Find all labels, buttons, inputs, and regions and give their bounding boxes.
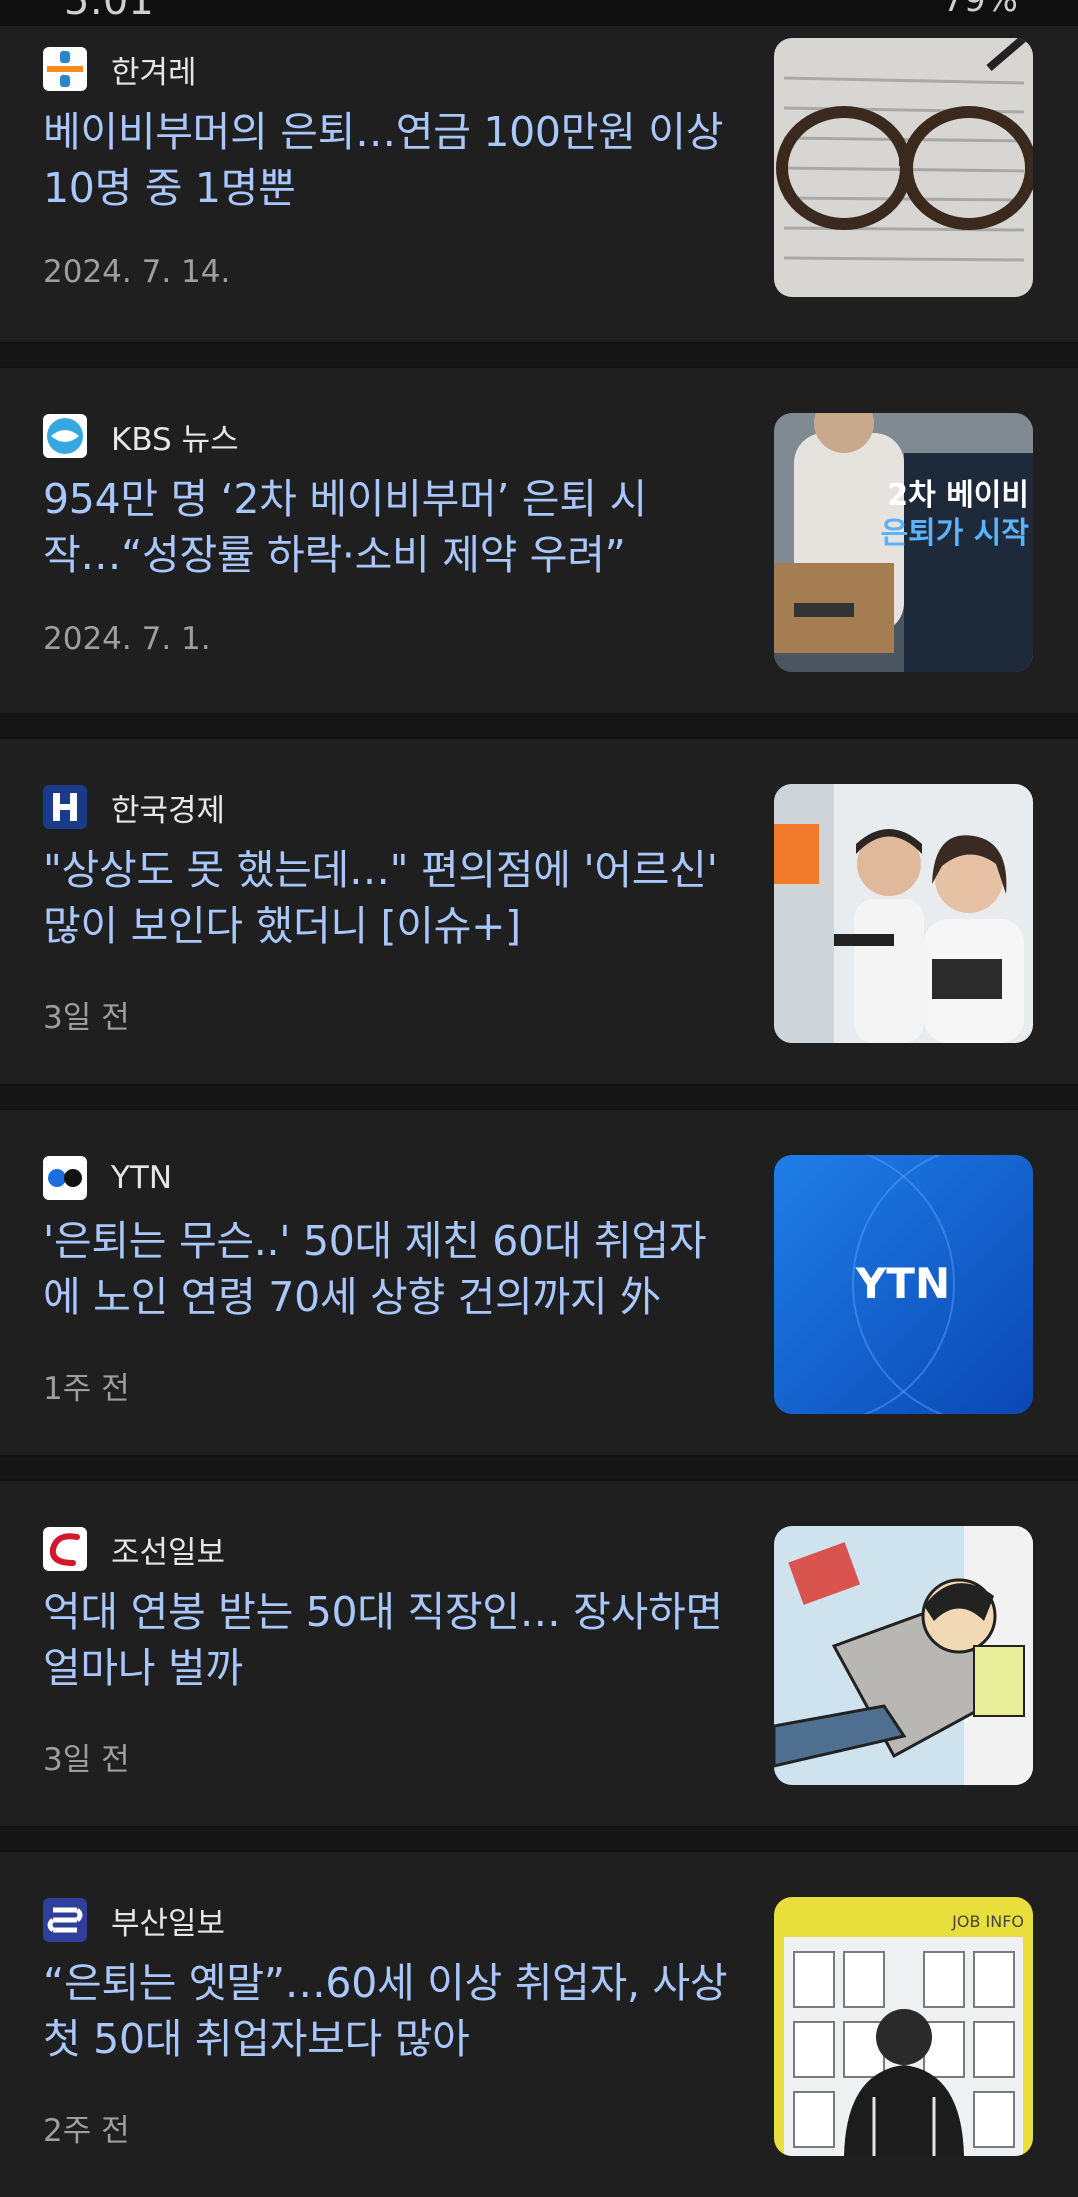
- source-row: 한겨레: [43, 46, 197, 92]
- source-row: YTN: [43, 1155, 172, 1201]
- divider: [0, 342, 1078, 368]
- hankyoreh-logo-icon: [43, 47, 87, 91]
- source-row: 조선일보: [43, 1526, 225, 1572]
- news-card[interactable]: 한겨레 베이비부머의 은퇴…연금 100만원 이상 10명 중 1명뿐 2024…: [0, 26, 1078, 342]
- source-name: YTN: [111, 1160, 173, 1196]
- article-thumbnail[interactable]: JOB INFO: [774, 1897, 1033, 2156]
- news-card[interactable]: 부산일보 “은퇴는 옛말”…60세 이상 취업자, 사상 첫 50대 취업자보다…: [0, 1852, 1078, 2197]
- thumb-caption-2: 은퇴가 시작: [881, 516, 1030, 551]
- article-date: 2주 전: [43, 2113, 130, 2149]
- article-thumbnail[interactable]: [774, 1526, 1033, 1785]
- chosun-logo-icon: [43, 1527, 87, 1571]
- article-thumbnail[interactable]: 2차 베이비 은퇴가 시작: [774, 413, 1033, 672]
- status-bar: 5:01 79%: [0, 0, 1078, 26]
- status-time: 5:01: [64, 0, 154, 24]
- article-thumbnail[interactable]: [774, 38, 1033, 297]
- news-card[interactable]: YTN '은퇴는 무슨..' 50대 제친 60대 취업자에 노인 연령 70세…: [0, 1110, 1078, 1455]
- article-thumbnail[interactable]: [774, 784, 1033, 1043]
- article-title[interactable]: 954만 명 ‘2차 베이비부머’ 은퇴 시작…“성장률 하락·소비 제약 우려…: [43, 471, 733, 583]
- source-row: 한국경제: [43, 784, 225, 830]
- news-card[interactable]: 한국경제 "상상도 못 했는데…" 편의점에 '어르신' 많이 보인다 했더니 …: [0, 739, 1078, 1084]
- busan-ilbo-logo-icon: [43, 1898, 87, 1942]
- divider: [0, 1826, 1078, 1852]
- thumb-caption-1: 2차 베이비: [887, 478, 1029, 513]
- article-date: 3일 전: [43, 1000, 130, 1036]
- source-name: KBS 뉴스: [111, 421, 239, 458]
- kbs-logo-icon: [43, 414, 87, 458]
- article-title[interactable]: 베이비부머의 은퇴…연금 100만원 이상 10명 중 1명뿐: [43, 104, 733, 216]
- divider: [0, 1084, 1078, 1110]
- article-title[interactable]: 억대 연봉 받는 50대 직장인… 장사하면 얼마나 벌까: [43, 1584, 733, 1696]
- divider: [0, 1455, 1078, 1481]
- hankyung-logo-icon: [43, 785, 87, 829]
- article-thumbnail[interactable]: YTN: [774, 1155, 1033, 1414]
- source-name: 한국경제: [111, 792, 226, 829]
- source-row: KBS 뉴스: [43, 413, 239, 459]
- article-title[interactable]: “은퇴는 옛말”…60세 이상 취업자, 사상 첫 50대 취업자보다 많아: [43, 1955, 733, 2067]
- news-card[interactable]: 조선일보 억대 연봉 받는 50대 직장인… 장사하면 얼마나 벌까 3일 전: [0, 1481, 1078, 1826]
- source-name: 조선일보: [111, 1534, 226, 1571]
- article-title[interactable]: "상상도 못 했는데…" 편의점에 '어르신' 많이 보인다 했더니 [이슈+]: [43, 842, 733, 954]
- ytn-logo-icon: [43, 1156, 87, 1200]
- news-feed: 한겨레 베이비부머의 은퇴…연금 100만원 이상 10명 중 1명뿐 2024…: [0, 26, 1078, 2197]
- article-date: 1주 전: [43, 1371, 130, 1407]
- article-date: 3일 전: [43, 1742, 130, 1778]
- source-name: 한겨레: [111, 54, 197, 91]
- article-date: 2024. 7. 14.: [43, 254, 231, 290]
- article-title[interactable]: '은퇴는 무슨..' 50대 제친 60대 취업자에 노인 연령 70세 상향 …: [43, 1213, 733, 1325]
- thumb-ytn-label: YTN: [855, 1259, 950, 1308]
- divider: [0, 713, 1078, 739]
- source-row: 부산일보: [43, 1897, 225, 1943]
- status-battery: 79%: [942, 0, 1018, 20]
- thumb-caption: JOB INFO: [951, 1912, 1024, 1931]
- source-name: 부산일보: [111, 1905, 226, 1942]
- news-card[interactable]: KBS 뉴스 954만 명 ‘2차 베이비부머’ 은퇴 시작…“성장률 하락·소…: [0, 368, 1078, 713]
- article-date: 2024. 7. 1.: [43, 621, 211, 657]
